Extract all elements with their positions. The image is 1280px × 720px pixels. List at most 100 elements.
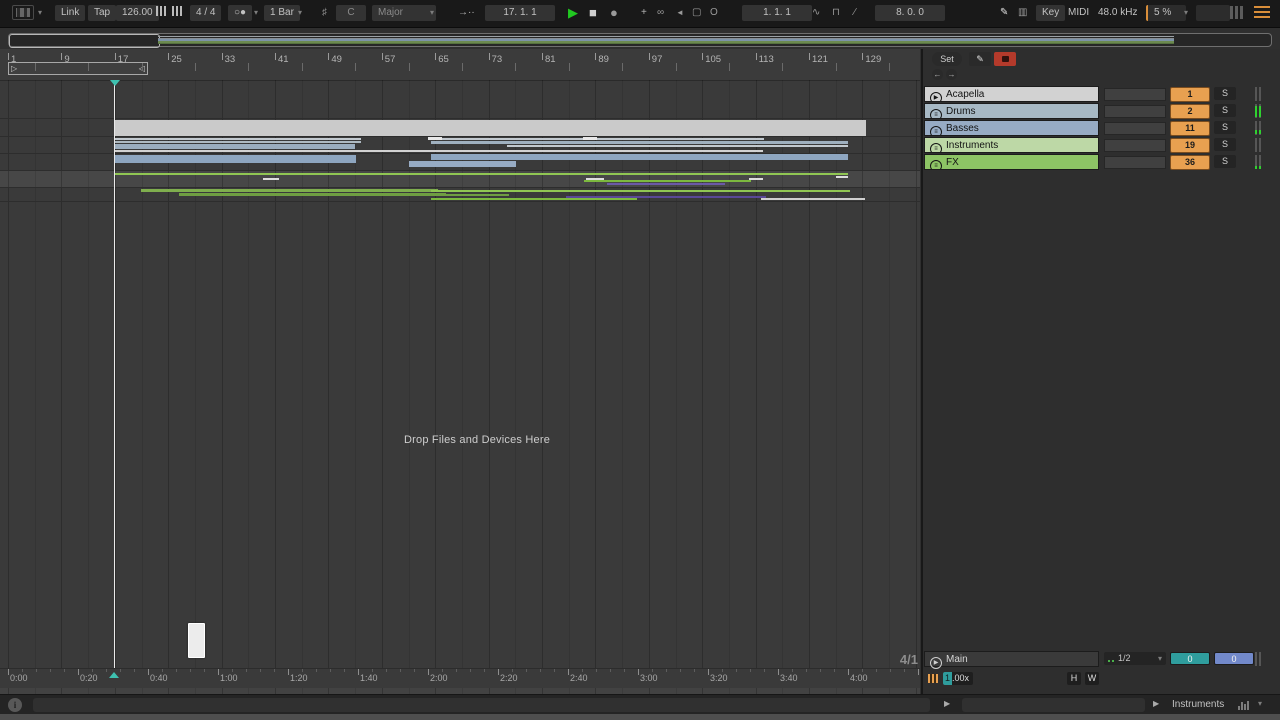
main-value-a-badge[interactable]: 0	[1170, 652, 1210, 665]
back-arrow-button[interactable]: ←	[932, 69, 943, 80]
track-play-icon[interactable]: ▶	[930, 92, 942, 102]
clip[interactable]	[263, 178, 279, 180]
draw-pencil-icon[interactable]: ✎	[1000, 5, 1008, 21]
forward-arrow-button[interactable]: →	[946, 69, 957, 80]
clip[interactable]	[115, 144, 355, 149]
track-count-badge[interactable]: 11	[1170, 121, 1210, 136]
solo-button[interactable]: S	[1214, 121, 1236, 134]
clip[interactable]	[749, 178, 763, 180]
quantize-selector[interactable]: 1 Bar	[264, 5, 300, 21]
clip[interactable]	[409, 161, 516, 167]
track-io-field[interactable]	[1104, 139, 1166, 152]
clip[interactable]	[761, 198, 865, 200]
group-track-icon[interactable]: ≡	[930, 109, 942, 119]
cpu-load-field[interactable]: 5 %	[1146, 5, 1186, 21]
playhead-marker-bottom-icon[interactable]	[109, 672, 119, 678]
clip[interactable]	[431, 138, 764, 140]
zoom-level-badge[interactable]: 1.00x	[943, 672, 973, 685]
tempo-field[interactable]: 126.00	[116, 5, 159, 21]
play-button[interactable]: ▶	[568, 5, 578, 21]
overview-viewport-box[interactable]	[9, 34, 160, 48]
solo-button[interactable]: S	[1214, 87, 1236, 100]
track-name-cell[interactable]: ≡Drums	[924, 103, 1099, 119]
track-lanes[interactable]: Drop Files and Devices Here	[0, 80, 920, 694]
solo-button[interactable]: S	[1214, 155, 1236, 168]
loop-icon[interactable]: ⊓	[832, 5, 840, 21]
arrangement-overview[interactable]	[8, 33, 1272, 47]
groove-caret-icon[interactable]: ▾	[254, 5, 258, 21]
clip[interactable]	[115, 138, 361, 140]
clip[interactable]	[584, 180, 751, 182]
quantize-caret-icon[interactable]: ▾	[298, 5, 302, 21]
set-marker-button[interactable]: Set	[932, 52, 962, 66]
track-row-fx[interactable]: ≡FX 36 S	[923, 154, 1280, 171]
clip[interactable]	[115, 155, 356, 163]
track-row-instruments[interactable]: ≡Instruments 19 S	[923, 137, 1280, 154]
track-count-badge[interactable]: 36	[1170, 155, 1210, 170]
status-play-icon[interactable]: ▶	[944, 699, 950, 708]
playhead-marker-top-icon[interactable]	[110, 80, 120, 86]
session-link-icon[interactable]: ∞	[657, 5, 664, 21]
track-count-badge[interactable]: 2	[1170, 104, 1210, 119]
scale-icon[interactable]: ♯	[322, 5, 327, 21]
circle-tool-icon[interactable]: O	[710, 5, 718, 21]
clip[interactable]	[115, 173, 848, 175]
track-row-acapella[interactable]: ▶Acapella1S	[923, 86, 1280, 103]
key-map-button[interactable]: Key	[1036, 5, 1065, 21]
clip[interactable]	[141, 189, 438, 192]
control-surface-caret-icon[interactable]: ▾	[38, 5, 42, 21]
status-field-left[interactable]	[33, 698, 930, 712]
track-count-badge[interactable]: 1	[1170, 87, 1210, 102]
track-io-field[interactable]	[1104, 156, 1166, 169]
main-value-b-badge[interactable]: 0	[1214, 652, 1254, 665]
clip[interactable]	[428, 137, 442, 140]
clip[interactable]	[115, 150, 763, 152]
clip[interactable]	[431, 198, 637, 200]
grid-interval-selector[interactable]: 1/2 ▾	[1104, 652, 1166, 665]
dragged-clip-ghost[interactable]	[188, 623, 205, 658]
midi-keyboard-zoom-icon[interactable]	[926, 672, 940, 685]
width-button[interactable]: W	[1085, 672, 1099, 685]
group-track-icon[interactable]: ≡	[930, 160, 942, 170]
main-track-row[interactable]: 4/1 ▶Main 1/2 ▾ 0 0	[923, 651, 1280, 668]
root-note-selector[interactable]: C	[336, 5, 366, 21]
track-name-cell[interactable]: ≡Basses	[924, 120, 1099, 136]
metronome-b-icon[interactable]	[172, 5, 183, 21]
track-io-field[interactable]	[1104, 105, 1166, 118]
main-track-header[interactable]: ▶Main	[924, 651, 1099, 667]
clip[interactable]	[431, 141, 848, 144]
track-name-cell[interactable]: ≡FX	[924, 154, 1099, 170]
loop-start-field[interactable]: 1. 1. 1	[742, 5, 812, 21]
scale-caret-icon[interactable]: ▾	[430, 5, 434, 21]
stop-button[interactable]: ■	[589, 5, 597, 21]
clip[interactable]	[607, 183, 725, 185]
main-play-icon[interactable]: ▶	[930, 657, 942, 669]
status-field-right[interactable]	[962, 698, 1145, 712]
ramp-icon[interactable]: ∕	[854, 5, 856, 21]
track-name-cell[interactable]: ≡Instruments	[924, 137, 1099, 153]
info-icon[interactable]: i	[8, 698, 22, 712]
automation-pencil-button[interactable]: ✎	[969, 52, 991, 66]
beat-time-ruler[interactable]: ▷ ◁ 191725334149576573818997105113121129	[0, 49, 920, 81]
groove-selector[interactable]: ○●	[228, 5, 252, 21]
time-ruler[interactable]: 0:000:200:401:001:201:402:002:202:403:00…	[0, 668, 920, 688]
track-io-field[interactable]	[1104, 122, 1166, 135]
solo-button[interactable]: S	[1214, 138, 1236, 151]
track-row-basses[interactable]: ≡Basses 11 S	[923, 120, 1280, 137]
track-count-badge[interactable]: 19	[1170, 138, 1210, 153]
link-button[interactable]: Link	[55, 5, 85, 21]
device-chain-label[interactable]: Instruments	[1172, 699, 1224, 710]
group-track-icon[interactable]: ≡	[930, 126, 942, 136]
arrangement-view[interactable]: ▷ ◁ 191725334149576573818997105113121129…	[0, 49, 920, 694]
computer-midi-keyboard-icon[interactable]: ▥	[1018, 5, 1027, 21]
follow-button[interactable]: →··	[458, 5, 475, 21]
clip[interactable]	[431, 190, 850, 192]
height-button[interactable]: H	[1067, 672, 1081, 685]
clip[interactable]	[583, 137, 597, 140]
clip[interactable]	[115, 120, 866, 136]
midi-map-button[interactable]: MIDI	[1068, 5, 1089, 21]
menu-hamburger-icon[interactable]	[1254, 6, 1270, 19]
draw-mode-icon[interactable]: ▢	[692, 5, 701, 21]
clip[interactable]	[431, 154, 848, 160]
control-surface-icon[interactable]	[12, 5, 34, 20]
